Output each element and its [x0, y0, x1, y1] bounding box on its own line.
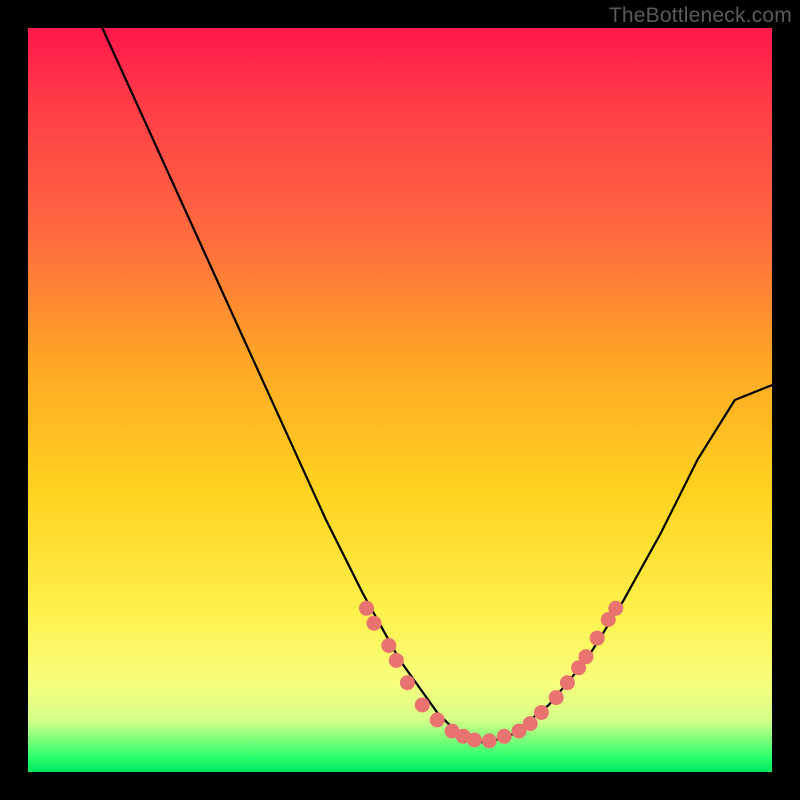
chart-frame: TheBottleneck.com — [0, 0, 800, 800]
data-marker — [389, 653, 404, 668]
data-marker — [381, 638, 396, 653]
watermark-text: TheBottleneck.com — [609, 4, 792, 28]
data-marker — [534, 705, 549, 720]
data-marker — [467, 733, 482, 748]
data-marker — [497, 729, 512, 744]
data-marker — [367, 616, 382, 631]
data-marker — [579, 649, 594, 664]
data-marker — [359, 601, 374, 616]
data-marker — [415, 698, 430, 713]
marker-group — [359, 601, 623, 749]
chart-svg — [28, 28, 772, 772]
plot-area — [28, 28, 772, 772]
data-marker — [549, 690, 564, 705]
curve-path — [102, 28, 772, 742]
data-marker — [523, 716, 538, 731]
data-marker — [482, 733, 497, 748]
data-marker — [608, 601, 623, 616]
data-marker — [560, 675, 575, 690]
data-marker — [430, 712, 445, 727]
data-marker — [400, 675, 415, 690]
data-marker — [590, 631, 605, 646]
